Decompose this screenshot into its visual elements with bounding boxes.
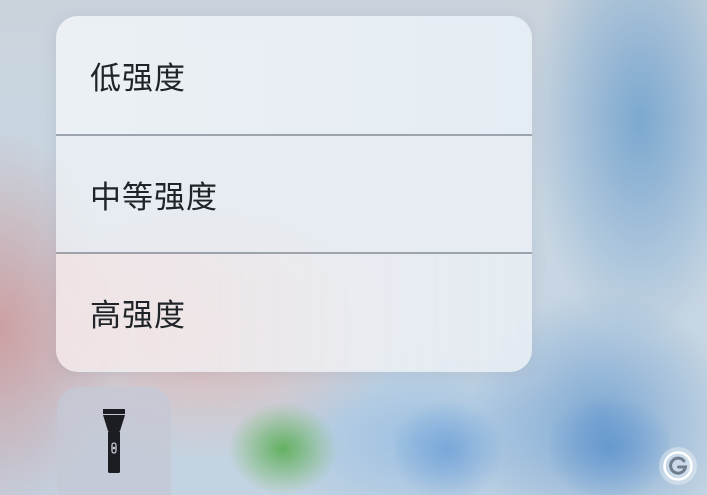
g-logo-icon xyxy=(663,451,693,481)
menu-item-low-intensity[interactable]: 低强度 xyxy=(56,16,532,134)
blurred-app-icon-green xyxy=(228,392,338,495)
menu-item-label: 中等强度 xyxy=(90,179,218,216)
menu-item-high-intensity[interactable]: 高强度 xyxy=(56,252,532,370)
watermark-g-logo xyxy=(659,447,697,485)
flashlight-icon xyxy=(103,409,125,473)
blurred-app-icon-blue xyxy=(395,395,500,495)
blurred-app-icon-blue-right xyxy=(550,390,670,495)
screen: 低强度 中等强度 高强度 xyxy=(0,0,707,495)
flashlight-intensity-menu: 低强度 中等强度 高强度 xyxy=(56,16,532,372)
menu-item-label: 高强度 xyxy=(90,297,186,334)
menu-item-medium-intensity[interactable]: 中等强度 xyxy=(56,134,532,252)
menu-item-label: 低强度 xyxy=(90,60,186,97)
flashlight-button[interactable] xyxy=(57,387,171,495)
